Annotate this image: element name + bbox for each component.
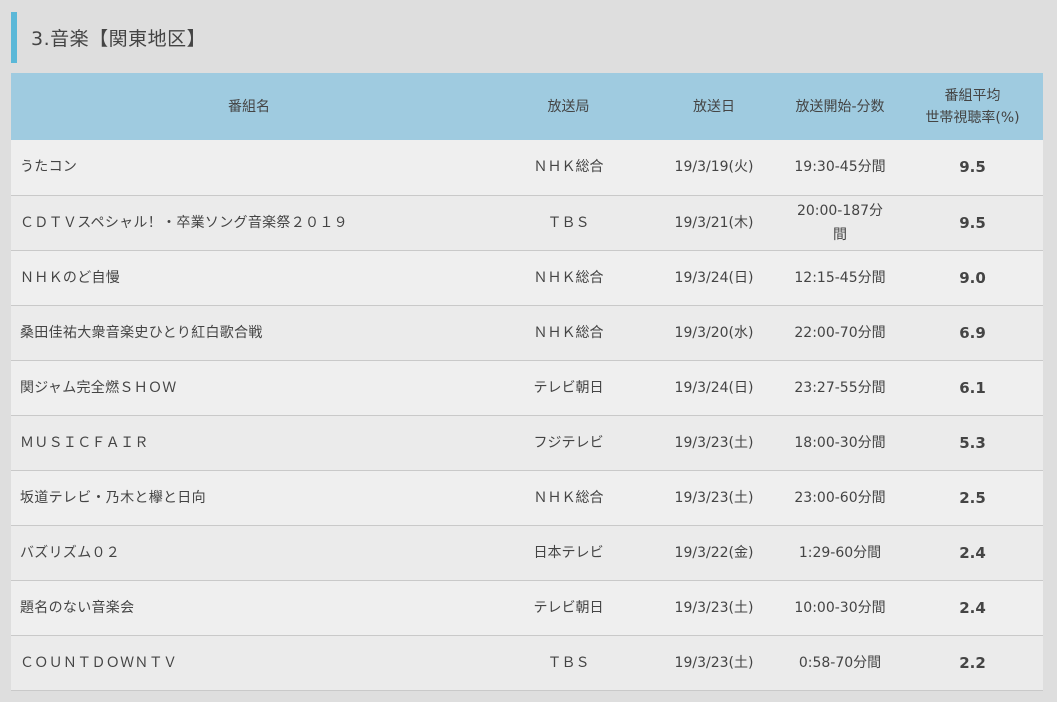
rating: 2.4	[959, 543, 986, 562]
rating: 2.4	[959, 598, 986, 617]
program-name: うたコン	[20, 159, 78, 176]
section-title-text: 3.音楽【関東地区】	[31, 28, 207, 50]
table-row: ＣＤＴＶスペシャル！・卒業ソング音楽祭２０１９ ＴＢＳ 19/3/21(木) 2…	[11, 195, 1043, 250]
table-header: 番組名 放送局 放送日 放送開始-分数 番組平均 世帯視聴率(%)	[11, 73, 1043, 140]
broadcast-date: 19/3/19(火)	[674, 159, 754, 176]
broadcast-time: 23:27-55分間	[794, 379, 886, 396]
broadcast-time: 0:58-70分間	[798, 654, 882, 671]
station: ＮＨＫ総合	[533, 324, 604, 341]
table-body: うたコン ＮＨＫ総合 19/3/19(火) 19:30-45分間 9.5 ＣＤＴ…	[11, 140, 1043, 690]
header-name: 番組名	[11, 73, 487, 140]
rating: 2.2	[959, 653, 986, 672]
broadcast-time: 23:00-60分間	[794, 489, 886, 506]
broadcast-time: 1:29-60分間	[798, 544, 882, 561]
broadcast-time: 19:30-45分間	[794, 159, 886, 176]
header-date: 放送日	[650, 73, 778, 140]
header-station: 放送局	[487, 73, 650, 140]
table-row: 関ジャム完全燃ＳＨＯＷ テレビ朝日 19/3/24(日) 23:27-55分間 …	[11, 360, 1043, 415]
ratings-table: 番組名 放送局 放送日 放送開始-分数 番組平均 世帯視聴率(%) うたコン Ｎ…	[11, 73, 1043, 691]
station: 日本テレビ	[533, 544, 604, 561]
station: ＮＨＫ総合	[533, 269, 604, 286]
header-rating-line1: 番組平均	[944, 87, 1001, 104]
broadcast-time: 10:00-30分間	[794, 599, 886, 616]
section-title: 3.音楽【関東地区】	[11, 12, 206, 63]
station: テレビ朝日	[533, 599, 604, 616]
header-time: 放送開始-分数	[778, 73, 902, 140]
broadcast-time: 18:00-30分間	[794, 434, 886, 451]
table-row: バズリズム０２ 日本テレビ 19/3/22(金) 1:29-60分間 2.4	[11, 525, 1043, 580]
header-rating: 番組平均 世帯視聴率(%)	[902, 73, 1043, 140]
broadcast-date: 19/3/23(土)	[674, 599, 754, 616]
broadcast-date: 19/3/20(水)	[674, 324, 754, 341]
program-name: 桑田佳祐大衆音楽史ひとり紅白歌合戦	[20, 324, 263, 341]
broadcast-time-text: 20:00-187分間	[796, 202, 884, 243]
rating: 5.3	[959, 433, 986, 452]
broadcast-date: 19/3/23(土)	[674, 434, 754, 451]
table-row: ＮＨＫのど自慢 ＮＨＫ総合 19/3/24(日) 12:15-45分間 9.0	[11, 250, 1043, 305]
broadcast-date: 19/3/22(金)	[674, 544, 754, 561]
rating: 2.5	[959, 488, 986, 507]
program-name: ＣＯＵＮＴＤＯＷＮＴＶ	[20, 654, 178, 671]
broadcast-date: 19/3/23(土)	[674, 489, 754, 506]
table-row: ＭＵＳＩＣＦＡＩＲ フジテレビ 19/3/23(土) 18:00-30分間 5.…	[11, 415, 1043, 470]
broadcast-time: 20:00-187分間	[778, 195, 902, 250]
program-name: ＭＵＳＩＣＦＡＩＲ	[20, 434, 149, 451]
broadcast-date: 19/3/24(日)	[674, 269, 754, 286]
rating: 9.0	[959, 268, 986, 287]
header-rating-line2: 世帯視聴率(%)	[925, 109, 1020, 126]
rating: 6.9	[959, 323, 986, 342]
table-row: 題名のない音楽会 テレビ朝日 19/3/23(土) 10:00-30分間 2.4	[11, 580, 1043, 635]
station: テレビ朝日	[533, 379, 604, 396]
table-row: 桑田佳祐大衆音楽史ひとり紅白歌合戦 ＮＨＫ総合 19/3/20(水) 22:00…	[11, 305, 1043, 360]
broadcast-date: 19/3/23(土)	[674, 654, 754, 671]
program-name: ＣＤＴＶスペシャル！・卒業ソング音楽祭２０１９	[20, 214, 348, 231]
program-name: 坂道テレビ・乃木と欅と日向	[20, 489, 206, 506]
station: ＴＢＳ	[547, 214, 590, 231]
broadcast-time: 12:15-45分間	[794, 269, 886, 286]
table-row: うたコン ＮＨＫ総合 19/3/19(火) 19:30-45分間 9.5	[11, 140, 1043, 195]
program-name: 題名のない音楽会	[20, 599, 135, 616]
station: ＮＨＫ総合	[533, 159, 604, 176]
rating: 6.1	[959, 378, 986, 397]
ratings-table-container: 番組名 放送局 放送日 放送開始-分数 番組平均 世帯視聴率(%) うたコン Ｎ…	[11, 73, 1043, 691]
rating: 9.5	[959, 213, 986, 232]
station: フジテレビ	[533, 434, 604, 451]
station: ＴＢＳ	[547, 654, 590, 671]
rating: 9.5	[959, 158, 986, 177]
broadcast-date: 19/3/21(木)	[674, 214, 754, 231]
broadcast-date: 19/3/24(日)	[674, 379, 754, 396]
program-name: 関ジャム完全燃ＳＨＯＷ	[20, 379, 177, 396]
program-name: ＮＨＫのど自慢	[20, 269, 121, 286]
station: ＮＨＫ総合	[533, 489, 604, 506]
table-row: 坂道テレビ・乃木と欅と日向 ＮＨＫ総合 19/3/23(土) 23:00-60分…	[11, 470, 1043, 525]
table-row: ＣＯＵＮＴＤＯＷＮＴＶ ＴＢＳ 19/3/23(土) 0:58-70分間 2.2	[11, 635, 1043, 690]
program-name: バズリズム０２	[20, 544, 121, 561]
broadcast-time: 22:00-70分間	[794, 324, 886, 341]
